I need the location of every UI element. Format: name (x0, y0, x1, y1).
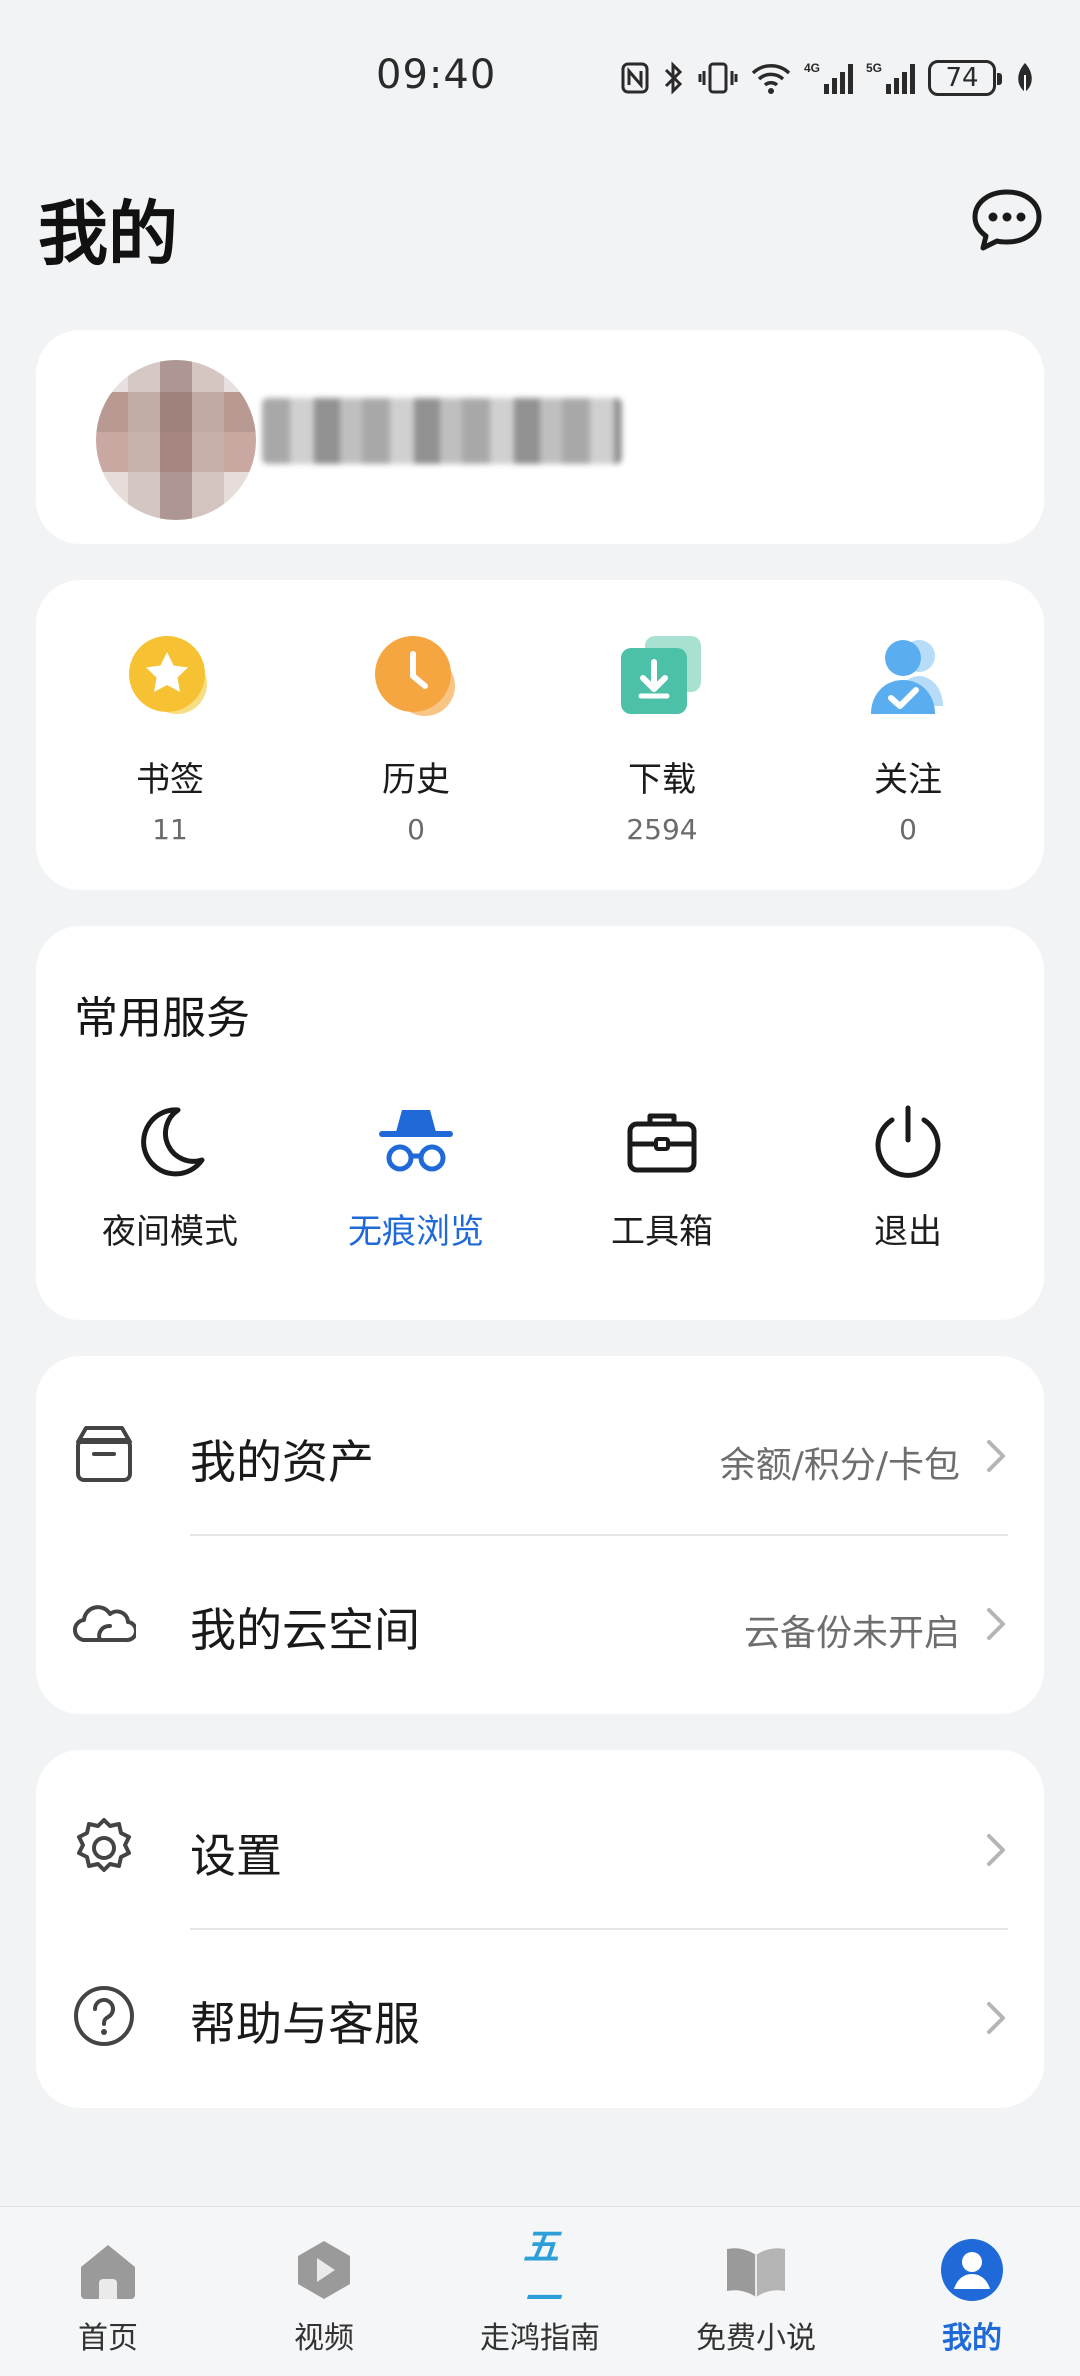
help-circle-icon (72, 1984, 136, 2048)
chevron-right-icon (987, 1440, 1005, 1472)
bookmark-star-icon (125, 632, 215, 722)
battery-level: 74 (945, 63, 979, 93)
history-clock-icon (371, 632, 461, 722)
nav-label: 走鸿指南 (480, 2321, 600, 2356)
message-button[interactable] (970, 188, 1044, 254)
moon-icon (130, 1102, 210, 1182)
stat-label: 下载 (628, 760, 696, 800)
bluetooth-icon (664, 61, 683, 95)
service-label: 夜间模式 (102, 1212, 238, 1252)
book-icon (723, 2237, 789, 2303)
row-settings[interactable]: 设置 (36, 1762, 1044, 1930)
nav-label: 我的 (942, 2321, 1002, 2356)
stat-history[interactable]: 历史 0 (316, 632, 516, 846)
assets-card: 我的资产 余额/积分/卡包 我的云空间 云备份未开启 (36, 1356, 1044, 1714)
incognito-icon (376, 1102, 456, 1182)
chevron-right-icon (987, 1834, 1005, 1866)
battery-icon: 74 (928, 60, 1002, 96)
services-title: 常用服务 (74, 993, 250, 1044)
vibrate-icon (698, 62, 738, 94)
service-toolbox[interactable]: 工具箱 (552, 1102, 772, 1253)
stat-count: 11 (152, 813, 188, 846)
wifi-icon (751, 64, 791, 94)
download-icon (617, 632, 707, 722)
row-subtitle: 云备份未开启 (743, 1613, 960, 1654)
video-play-icon (291, 2237, 357, 2303)
services-card: 常用服务 夜间模式 无痕浏览 工具箱 退出 (36, 926, 1044, 1320)
service-label: 工具箱 (611, 1212, 713, 1252)
page-title: 我的 (38, 193, 178, 275)
chevron-right-icon (987, 2002, 1005, 2034)
gear-icon (72, 1816, 136, 1880)
nav-video[interactable]: 视频 (234, 2237, 414, 2357)
service-label: 无痕浏览 (348, 1212, 484, 1252)
cloud-icon (72, 1590, 138, 1654)
power-icon (868, 1102, 948, 1182)
wuyi-logo-text: 五一 (522, 2226, 559, 2320)
settings-card: 设置 帮助与客服 (36, 1750, 1044, 2108)
profile-card[interactable] (36, 330, 1044, 544)
status-icons: 4G 5G 74 (620, 58, 1036, 98)
stat-label: 关注 (874, 760, 942, 800)
row-label: 我的云空间 (190, 1603, 420, 1657)
stat-bookmarks[interactable]: 书签 11 (70, 632, 270, 846)
stat-count: 0 (899, 813, 917, 846)
stat-label: 历史 (382, 760, 450, 800)
home-icon (75, 2237, 141, 2303)
nav-label: 视频 (294, 2321, 354, 2356)
stat-downloads[interactable]: 下载 2594 (562, 632, 762, 846)
follow-person-icon (863, 632, 953, 722)
stat-count: 2594 (626, 813, 698, 846)
nav-label: 首页 (78, 2321, 138, 2356)
service-logout[interactable]: 退出 (798, 1102, 1018, 1253)
row-my-assets[interactable]: 我的资产 余额/积分/卡包 (36, 1368, 1044, 1536)
4g-signal-icon: 4G (804, 61, 853, 94)
wallet-box-icon (72, 1422, 136, 1486)
5g-signal-icon: 5G (866, 61, 915, 94)
service-label: 退出 (874, 1212, 942, 1252)
username (262, 398, 622, 464)
stat-follows[interactable]: 关注 0 (808, 632, 1008, 846)
profile-icon (939, 2237, 1005, 2303)
nav-novel[interactable]: 免费小说 (666, 2237, 846, 2357)
status-bar: 09:40 4G 5G 74 (0, 0, 1080, 150)
row-label: 设置 (190, 1829, 282, 1883)
chevron-right-icon (987, 1608, 1005, 1640)
nav-home[interactable]: 首页 (18, 2237, 198, 2357)
nav-guide[interactable]: 五一 走鸿指南 (450, 2226, 630, 2357)
network-label-5g: 5G (866, 61, 882, 75)
row-help[interactable]: 帮助与客服 (36, 1930, 1044, 2098)
row-my-cloud[interactable]: 我的云空间 云备份未开启 (36, 1536, 1044, 1704)
row-subtitle: 余额/积分/卡包 (719, 1445, 960, 1486)
stat-count: 0 (407, 813, 425, 846)
row-label: 我的资产 (190, 1435, 374, 1489)
leaf-icon (1018, 63, 1032, 92)
nfc-icon (621, 62, 649, 94)
chat-bubble-icon (972, 189, 1042, 251)
network-label-4g: 4G (804, 61, 820, 75)
wuyi-logo-icon: 五一 (507, 2226, 573, 2320)
nav-mine[interactable]: 我的 (882, 2237, 1062, 2357)
nav-label: 免费小说 (696, 2321, 816, 2356)
status-time: 09:40 (376, 52, 497, 98)
bottom-nav: 首页 视频 五一 走鸿指南 免费小说 我的 (0, 2206, 1080, 2376)
service-night-mode[interactable]: 夜间模式 (60, 1102, 280, 1253)
row-label: 帮助与客服 (190, 1997, 420, 2051)
avatar[interactable] (96, 360, 256, 520)
stat-label: 书签 (136, 760, 204, 800)
service-incognito[interactable]: 无痕浏览 (306, 1102, 526, 1253)
stats-card: 书签 11 历史 0 下载 2594 关注 0 (36, 580, 1044, 890)
toolbox-icon (622, 1102, 702, 1182)
